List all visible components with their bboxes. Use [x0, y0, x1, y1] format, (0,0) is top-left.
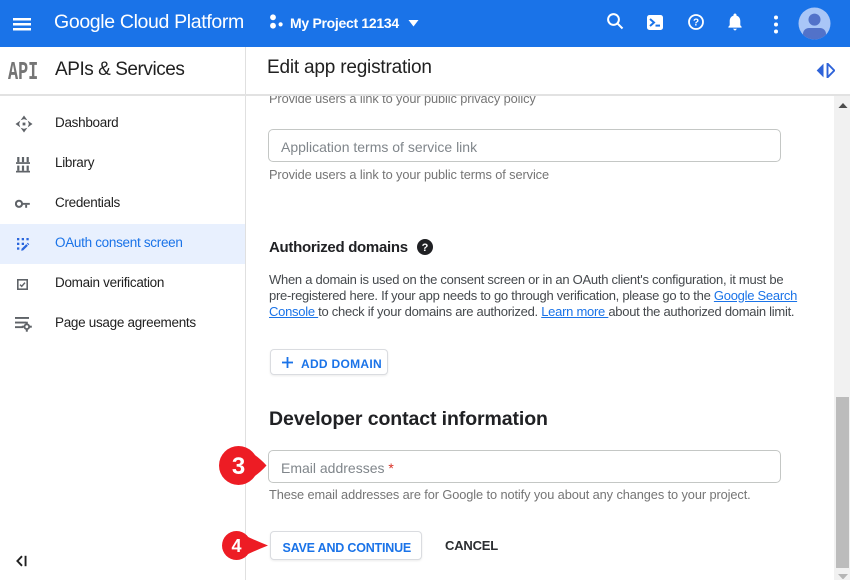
svg-text:4: 4 — [231, 536, 241, 556]
svg-text:?: ? — [693, 18, 699, 29]
svg-text:?: ? — [422, 242, 429, 254]
svg-text:3: 3 — [232, 453, 245, 480]
